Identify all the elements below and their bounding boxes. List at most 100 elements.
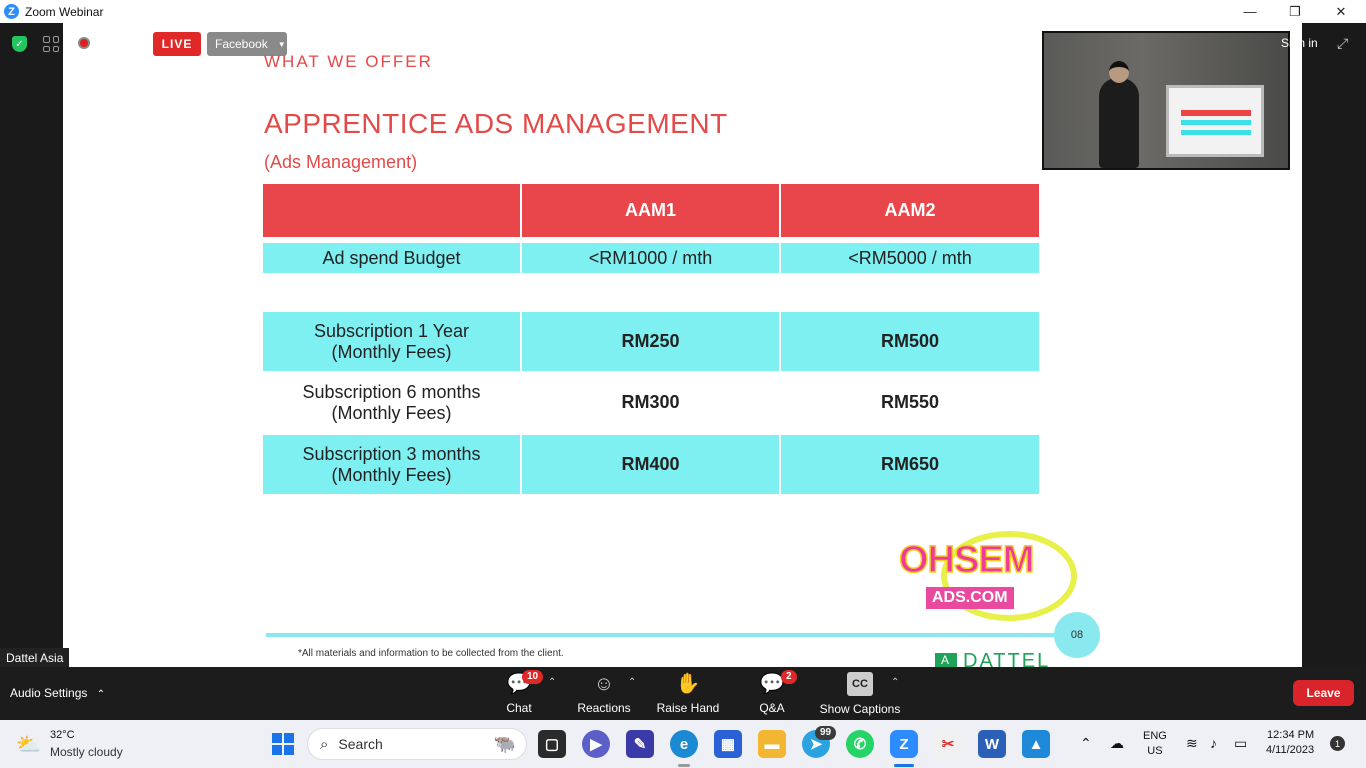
page-number: 08	[1054, 612, 1100, 658]
caret-down-icon: ▼	[277, 39, 286, 49]
weather-cloudy-icon[interactable]: ⛅	[16, 732, 44, 756]
edge-browser-icon[interactable]: e	[670, 730, 698, 758]
photos-icon[interactable]: ▲	[1022, 730, 1050, 758]
word-icon[interactable]: W	[978, 730, 1006, 758]
language-indicator[interactable]: ENG US	[1143, 730, 1167, 757]
speaker-head	[1109, 61, 1129, 83]
whatsapp-icon[interactable]: ✆	[846, 730, 874, 758]
screen-row	[1181, 120, 1251, 125]
language-code: ENG	[1143, 730, 1167, 742]
fullscreen-icon[interactable]: ⤢	[1337, 35, 1348, 52]
pen-app-icon[interactable]: ✎	[626, 730, 654, 758]
logo-word: OHSEM	[898, 538, 1035, 582]
meeting-toolbar: Audio Settings ⌃ 💬 Chat 10 ⌃ ☺ Reactions…	[0, 667, 1366, 720]
reactions-options-chevron-icon[interactable]: ⌃	[628, 677, 636, 688]
slide-subtitle: (Ads Management)	[264, 152, 418, 172]
wifi-icon[interactable]: ≋	[1186, 735, 1198, 752]
windows-taskbar: ⛅ 32°C Mostly cloudy ⌕ Search 🐃 ▢ ▶ ✎ e …	[0, 720, 1366, 768]
table-row-label: Subscription 6 months (Monthly Fees)	[263, 373, 520, 432]
sign-in-link[interactable]: Sign in	[1281, 36, 1318, 50]
table-header-empty	[263, 184, 520, 237]
reactions-label: Reactions	[577, 700, 631, 715]
clock[interactable]: 12:34 PM 4/11/2023	[1266, 729, 1314, 756]
video-chat-icon[interactable]: ▶	[582, 730, 610, 758]
captions-label: Show Captions	[819, 701, 901, 716]
keyboard-region: US	[1147, 745, 1163, 757]
reactions-button[interactable]: ☺ Reactions	[576, 667, 632, 720]
taskbar-search-box[interactable]: ⌕ Search 🐃	[307, 728, 527, 760]
show-captions-button[interactable]: CC Show Captions	[818, 667, 902, 720]
row-label-line1: Subscription 1 Year	[313, 320, 470, 341]
battery-icon[interactable]: ▭	[1234, 735, 1247, 752]
weather-description[interactable]: Mostly cloudy	[50, 745, 123, 759]
row-label-line2: (Monthly Fees)	[331, 402, 452, 423]
zoom-app-icon: Z	[4, 4, 19, 19]
table-cell-price: RM550	[781, 373, 1039, 432]
row-label-line2: (Monthly Fees)	[331, 341, 452, 362]
hand-icon: ✋	[675, 672, 701, 695]
table-cell-price: RM250	[522, 312, 779, 371]
volume-icon[interactable]: ♪	[1210, 735, 1217, 751]
active-indicator	[894, 764, 914, 767]
qa-label: Q&A	[759, 700, 785, 715]
zoom-taskbar-icon[interactable]: Z	[890, 730, 918, 758]
search-icon: ⌕	[320, 735, 329, 753]
row-label-line1: Subscription 3 months	[302, 443, 481, 464]
search-placeholder: Search	[338, 736, 383, 752]
weather-temperature[interactable]: 32°C	[50, 729, 75, 741]
footnote: *All materials and information to be col…	[298, 648, 564, 659]
table-cell-budget-label: Ad spend Budget	[263, 243, 520, 273]
clock-time: 12:34 PM	[1267, 729, 1315, 741]
onedrive-cloud-icon[interactable]: ☁	[1110, 735, 1124, 752]
projector-screen	[1166, 85, 1264, 157]
show-hidden-icons-chevron-icon[interactable]: ⌃	[1080, 735, 1092, 752]
window-title: Zoom Webinar	[25, 4, 104, 19]
qa-badge: 2	[781, 670, 797, 684]
audio-settings-button[interactable]: Audio Settings ⌃	[10, 686, 105, 700]
telegram-badge: 99	[815, 726, 837, 740]
cc-icon: CC	[847, 671, 873, 696]
window-titlebar: Z Zoom Webinar — ❐ ✕	[0, 0, 1366, 23]
slide-title: APPRENTICE ADS MANAGEMENT	[264, 108, 728, 139]
table-cell-price: RM650	[781, 435, 1039, 494]
video-stage: ✓ LIVE Facebook ▼ WHAT WE OFFER APPRENTI…	[0, 23, 1366, 668]
raise-hand-button[interactable]: ✋ Raise Hand	[656, 667, 720, 720]
snipping-tool-icon[interactable]: ✂	[934, 730, 962, 758]
stream-target-label: Facebook	[215, 37, 268, 51]
dattel-logo: A DATTEL	[935, 650, 1050, 667]
screen-row	[1181, 130, 1251, 135]
table-cell-budget-aam1: <RM1000 / mth	[522, 243, 779, 273]
table-row-label: Subscription 3 months (Monthly Fees)	[263, 435, 520, 494]
table-row-label: Subscription 1 Year (Monthly Fees)	[263, 312, 520, 371]
table-header-aam2: AAM2	[781, 184, 1039, 237]
chat-options-chevron-icon[interactable]: ⌃	[548, 677, 556, 688]
minimize-button[interactable]: —	[1227, 0, 1273, 23]
smiley-icon: ☺	[593, 672, 615, 695]
speaker-video-thumbnail[interactable]	[1042, 31, 1290, 170]
table-cell-price: RM300	[522, 373, 779, 432]
store-icon[interactable]: ▦	[714, 730, 742, 758]
windows-start-icon[interactable]	[272, 733, 294, 755]
participant-name-tag: Dattel Asia	[0, 648, 70, 668]
table-cell-budget-aam2: <RM5000 / mth	[781, 243, 1039, 273]
chat-label: Chat	[506, 700, 532, 715]
dattel-mark-icon: A	[935, 652, 957, 667]
table-cell-price: RM500	[781, 312, 1039, 371]
speaker-figure	[1099, 78, 1139, 168]
raise-hand-label: Raise Hand	[656, 700, 720, 715]
bison-search-highlight-icon: 🐃	[493, 734, 516, 754]
file-explorer-icon[interactable]: ▬	[758, 730, 786, 758]
chat-badge: 10	[522, 670, 544, 684]
security-shield-icon[interactable]: ✓	[12, 36, 27, 52]
running-indicator	[678, 764, 690, 767]
notification-count-badge[interactable]: 1	[1330, 736, 1345, 751]
captions-options-chevron-icon[interactable]: ⌃	[891, 677, 899, 688]
close-button[interactable]: ✕	[1318, 0, 1364, 23]
slide-section-label: WHAT WE OFFER	[264, 52, 433, 71]
live-badge[interactable]: LIVE	[153, 32, 201, 56]
ohsem-ads-logo: OHSEM ADS.COM	[898, 529, 1077, 621]
task-view-icon[interactable]: ▢	[538, 730, 566, 758]
leave-button[interactable]: Leave	[1293, 680, 1354, 706]
gallery-view-icon[interactable]	[43, 36, 59, 52]
restore-button[interactable]: ❐	[1272, 0, 1318, 23]
